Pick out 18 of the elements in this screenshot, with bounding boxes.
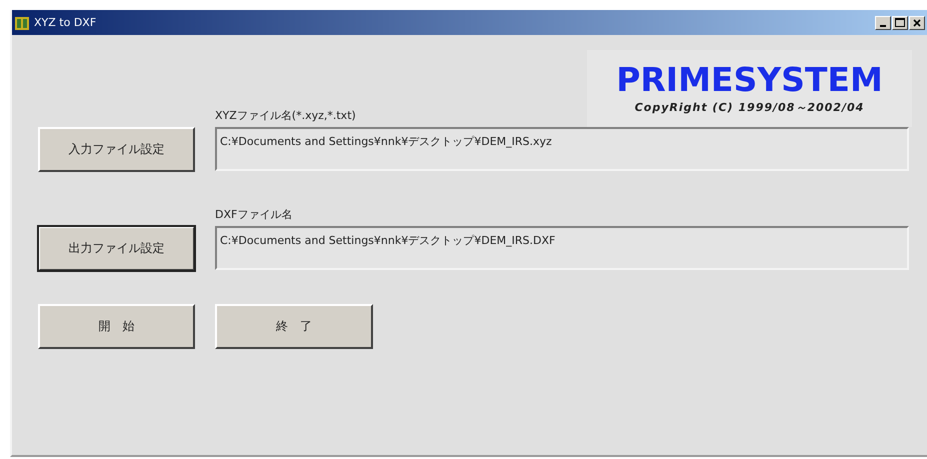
exit-button[interactable]: 終 了 [215,304,373,349]
app-icon [14,14,30,30]
logo-name: PRIMESYSTEM [616,62,883,96]
field-label: XYZファイル名(*.xyz,*.txt) [215,108,356,124]
close-icon [913,18,921,26]
file-button[interactable]: 出力ファイル設定 [38,226,195,271]
close-button[interactable] [909,16,925,30]
path-field[interactable]: C:¥Documents and Settings¥nnk¥デスクトップ¥DEM_IRS.xyz [215,127,909,171]
copyright-text: CopyRight (C) 1999/08～2002/04 [634,100,864,114]
field-label: DXFファイル名 [215,207,292,223]
path-field[interactable]: C:¥Documents and Settings¥nnk¥デスクトップ¥DEM_IRS.DXF [215,226,909,270]
start-button[interactable]: 開 始 [38,304,195,349]
maximize-icon [895,18,905,27]
window-title: XYZ to DXF [34,16,98,29]
maximize-button[interactable] [892,16,908,30]
file-button[interactable]: 入力ファイル設定 [38,127,195,172]
minimize-button[interactable] [875,16,891,30]
minimize-icon [880,24,886,26]
